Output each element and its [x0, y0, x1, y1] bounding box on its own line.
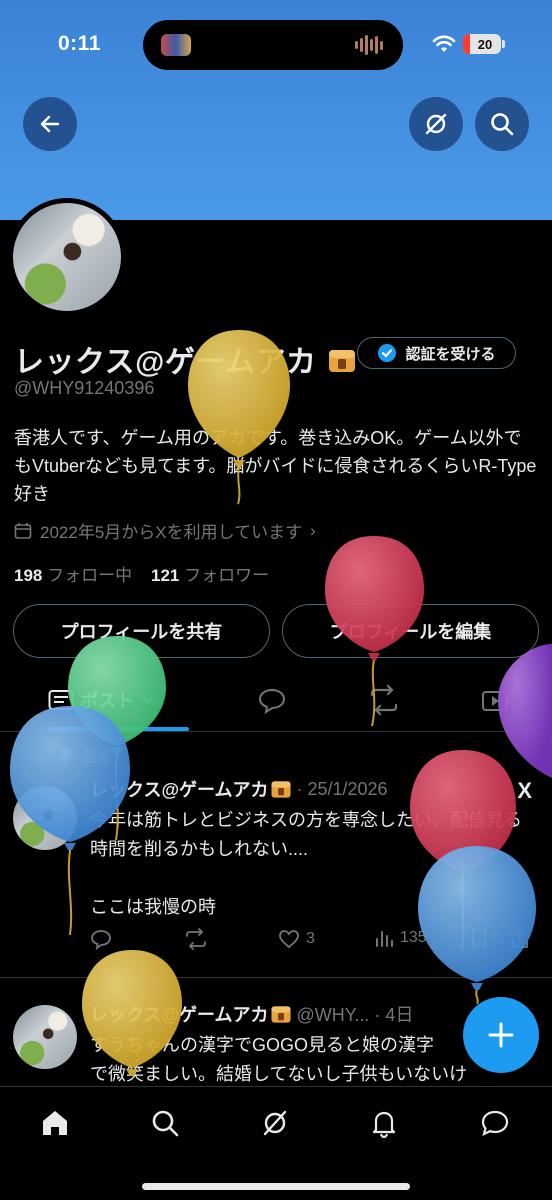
- join-date-text: 2022年5月からXを利用しています: [40, 523, 303, 542]
- grok-icon: [425, 113, 447, 135]
- follow-counts: 198 フォロー中 121 フォロワー: [14, 561, 269, 586]
- post-avatar[interactable]: [13, 1005, 77, 1069]
- x-logo-icon[interactable]: X: [517, 778, 532, 804]
- post-author-name[interactable]: レックス@ゲームアカ: [90, 776, 268, 802]
- now-playing-thumbnail: [161, 34, 191, 56]
- audio-waveform-icon: [355, 35, 385, 55]
- post-avatar[interactable]: [13, 786, 77, 850]
- tab-posts-label: ポスト: [80, 691, 134, 711]
- compose-plus-icon: [488, 1022, 514, 1048]
- views-button[interactable]: 135: [374, 928, 427, 948]
- bookmark-button[interactable]: [470, 928, 488, 950]
- compose-button[interactable]: [463, 997, 539, 1073]
- grok-icon: [263, 1110, 287, 1136]
- pinned-label: 固定: [82, 749, 113, 766]
- profile-handle: @WHY91240396: [14, 378, 155, 398]
- profile-name: レックス@ゲームアカ: [14, 337, 357, 381]
- reply-icon: [258, 688, 286, 715]
- nav-search[interactable]: [145, 1103, 185, 1143]
- post-item[interactable]: レックス@ゲームアカ · 25/1/2026 X 今年は筋トレとビジネスの方を専…: [0, 770, 552, 978]
- share-button[interactable]: [510, 928, 530, 950]
- followers-link[interactable]: 121 フォロワー: [151, 566, 269, 585]
- video-icon: [482, 691, 508, 711]
- reply-button[interactable]: [90, 928, 112, 950]
- search-button[interactable]: [475, 97, 529, 151]
- notifications-icon: [372, 1111, 396, 1138]
- post-text: 今年は筋トレとビジネスの方を専念したい、配信見る時間を削るかもしれない.... …: [90, 810, 522, 917]
- grok-button[interactable]: [409, 97, 463, 151]
- home-icon: [43, 1111, 67, 1135]
- emoji-badge-icon: [271, 1005, 292, 1023]
- verified-badge-icon: [378, 344, 397, 362]
- status-time: 0:11: [58, 32, 101, 55]
- edit-profile-button[interactable]: プロフィールを編集: [282, 604, 539, 658]
- posts-icon: [48, 690, 74, 710]
- tab-media[interactable]: [480, 682, 510, 718]
- join-date[interactable]: 2022年5月からXを利用しています ›: [14, 518, 316, 543]
- repost-icon: [370, 685, 398, 715]
- post-header: レックス@ゲームアカ · 25/1/2026: [90, 776, 388, 802]
- nav-messages[interactable]: [475, 1103, 515, 1143]
- share-icon: [512, 928, 528, 948]
- wifi-icon: [432, 35, 456, 52]
- tab-posts[interactable]: ポスト: [48, 682, 154, 718]
- reply-icon: [91, 930, 111, 950]
- active-tab-indicator: [48, 727, 189, 731]
- nav-notifications[interactable]: [364, 1103, 404, 1143]
- home-indicator: [142, 1183, 410, 1190]
- views-icon: [376, 931, 393, 947]
- like-count: 3: [306, 930, 315, 947]
- pin-icon: [58, 747, 74, 765]
- view-count: 135: [400, 929, 427, 946]
- profile-tabs: ポスト: [0, 670, 552, 732]
- tab-replies[interactable]: [257, 682, 287, 718]
- emoji-badge-icon: [329, 350, 356, 373]
- back-arrow-icon: [40, 115, 60, 133]
- post-actions: 3 135: [90, 928, 530, 956]
- like-icon: [279, 930, 299, 949]
- bookmark-icon: [472, 929, 486, 950]
- emoji-badge-icon: [271, 780, 292, 798]
- share-profile-button[interactable]: プロフィールを共有: [13, 604, 270, 658]
- post-author-name[interactable]: レックス@ゲームアカ: [90, 1001, 268, 1027]
- profile-avatar[interactable]: [8, 198, 126, 316]
- repost-icon: [186, 928, 206, 950]
- post-date: · 25/1/2026: [296, 778, 388, 799]
- verify-label: 認証を受ける: [405, 345, 496, 363]
- chevron-right-icon: ›: [310, 520, 316, 540]
- battery-indicator: 20: [463, 34, 505, 54]
- tab-reposts[interactable]: [368, 682, 400, 718]
- pinned-indicator: 固定: [58, 746, 112, 767]
- search-icon: [491, 113, 514, 136]
- status-bar: 0:11 20: [0, 0, 552, 92]
- chevron-down-icon: [141, 696, 153, 704]
- like-button[interactable]: 3: [278, 928, 315, 950]
- nav-grok[interactable]: [255, 1103, 295, 1143]
- following-link[interactable]: 198 フォロー中: [14, 566, 132, 585]
- post-handle-date: @WHY... · 4日: [296, 1005, 414, 1025]
- profile-bio: 香港人です、ゲーム用のアカです。巻き込みOK。ゲーム以外でもVtuberなども見…: [14, 428, 537, 504]
- repost-button[interactable]: [184, 928, 208, 950]
- nav-home[interactable]: [35, 1103, 75, 1143]
- post-header: レックス@ゲームアカ @WHY... · 4日: [90, 1001, 413, 1027]
- calendar-icon: [14, 522, 32, 539]
- messages-icon: [481, 1110, 509, 1137]
- search-icon: [152, 1110, 179, 1137]
- dynamic-island: [143, 20, 403, 70]
- back-button[interactable]: [23, 97, 77, 151]
- get-verified-button[interactable]: 認証を受ける: [357, 337, 516, 369]
